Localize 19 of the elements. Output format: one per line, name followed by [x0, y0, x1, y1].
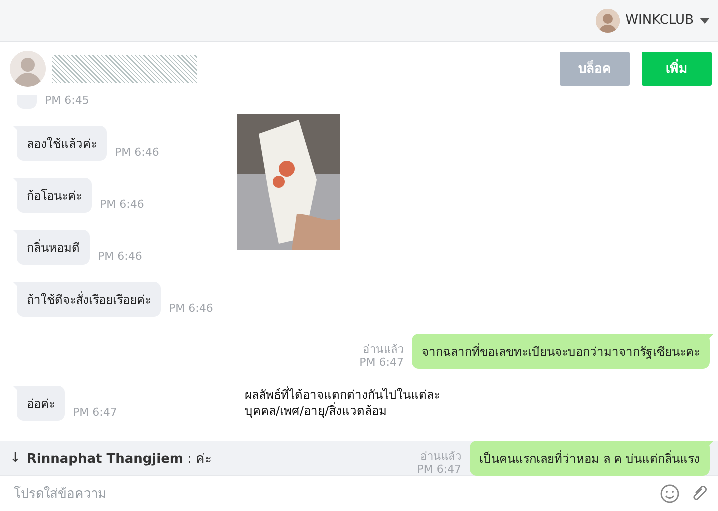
message-time: PM 6:46 [169, 302, 214, 317]
down-arrow[interactable]: ↓ [10, 450, 21, 466]
emoji-icon[interactable] [660, 484, 680, 504]
message-time: PM 6:46 [115, 146, 160, 161]
message-time: PM 6:47 [73, 406, 118, 421]
account-avatar[interactable] [596, 8, 620, 32]
message-time: PM 6:45 [45, 95, 90, 109]
account-name[interactable]: WINKCLUB [626, 13, 694, 28]
message-input[interactable]: โปรดใส่ข้อความ [12, 486, 650, 502]
message-time: PM 6:47 [417, 462, 462, 476]
message-time: PM 6:46 [98, 250, 142, 265]
caret-icon[interactable] [700, 18, 710, 24]
message-time: PM 6:47 [360, 356, 404, 369]
caption-text: ผลลัพธ์ที่ได้อาจแตกต่างกันไปในแต่ละบุคคล/เพศ/อายุ/สิ่งแวดล้อม [245, 387, 441, 419]
read-status: อ่านแล้ว [363, 343, 404, 356]
product-photo[interactable] [237, 114, 340, 250]
message-time: PM 6:46 [100, 198, 144, 213]
banner-text[interactable]: Rinnaphat Thangjiem : ค่ะ [26, 448, 212, 468]
read-status: อ่านแล้ว [420, 450, 462, 462]
